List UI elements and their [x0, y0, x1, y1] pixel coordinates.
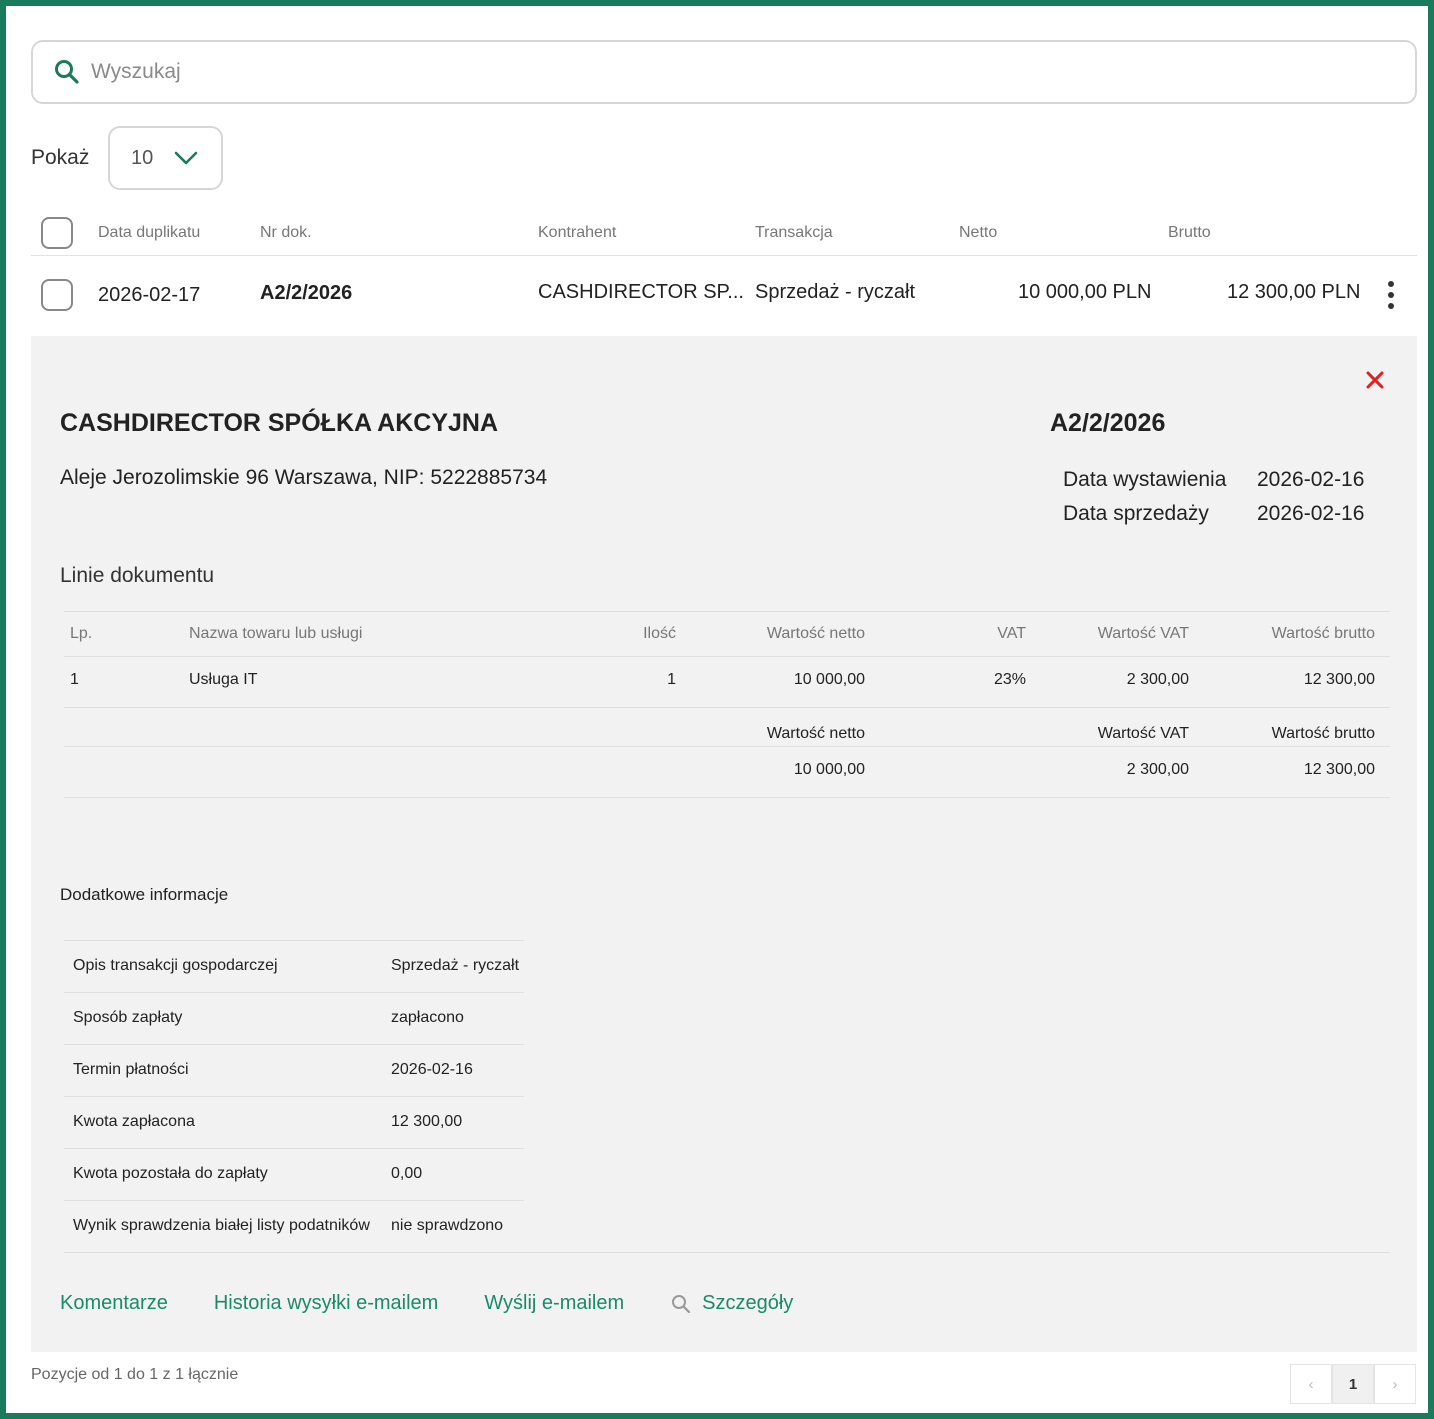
issue-date-label: Data wystawienia	[1063, 468, 1227, 491]
info-key: Wynik sprawdzenia białej listy podatnikó…	[73, 1217, 370, 1234]
line-vat-value: 2 300,00	[1126, 671, 1189, 688]
info-key: Termin płatności	[73, 1061, 189, 1078]
page-size-value: 10	[131, 146, 154, 169]
row-doc-no: A2/2/2026	[260, 282, 353, 304]
lines-header-name: Nazwa towaru lub usługi	[189, 625, 363, 642]
close-icon[interactable]	[1364, 369, 1386, 391]
info-value: Sprzedaż - ryczałt	[391, 957, 520, 974]
details-actions: Komentarze Historia wysyłki e-mailem Wyś…	[60, 1292, 839, 1315]
totals-header-gross: Wartość brutto	[1271, 725, 1375, 742]
column-header-net[interactable]: Netto	[959, 224, 997, 242]
select-all-checkbox[interactable]	[41, 217, 73, 249]
info-key: Kwota pozostała do zapłaty	[73, 1165, 268, 1182]
column-header-contractor[interactable]: Kontrahent	[538, 224, 616, 242]
totals-gross: 12 300,00	[1303, 761, 1375, 778]
lines-divider	[64, 707, 1390, 708]
search-box[interactable]: Wyszukaj	[31, 40, 1417, 104]
page-size-select[interactable]: 10	[108, 126, 223, 190]
info-row: Wynik sprawdzenia białej listy podatnikó…	[64, 1200, 524, 1252]
lines-divider	[64, 611, 1390, 612]
info-row: Kwota zapłacona 12 300,00	[64, 1096, 524, 1148]
line-qty: 1	[667, 671, 676, 688]
details-link-label: Szczegóły	[702, 1292, 794, 1314]
send-email-link[interactable]: Wyślij e-mailem	[484, 1292, 624, 1315]
row-contractor: CASHDIRECTOR SP...	[538, 281, 744, 303]
info-key: Opis transakcji gospodarczej	[73, 957, 278, 974]
lines-divider	[64, 656, 1390, 657]
column-header-date[interactable]: Data duplikatu	[98, 224, 200, 242]
lines-header-net: Wartość netto	[766, 625, 865, 642]
info-key: Kwota zapłacona	[73, 1113, 195, 1130]
line-lp: 1	[70, 671, 79, 688]
info-key: Sposób zapłaty	[73, 1009, 183, 1026]
lines-header-lp: Lp.	[70, 625, 93, 642]
row-gross: 12 300,00 PLN	[1227, 281, 1361, 303]
info-row: Termin płatności 2026-02-16	[64, 1044, 524, 1096]
comments-link[interactable]: Komentarze	[60, 1292, 168, 1315]
lines-header-vat-value: Wartość VAT	[1097, 625, 1189, 642]
pagination: ‹ 1 ›	[1290, 1364, 1416, 1404]
page-size-label: Pokaż	[31, 146, 90, 169]
line-vat: 23%	[993, 671, 1026, 688]
lines-header-qty: Ilość	[643, 625, 676, 642]
next-page-button[interactable]: ›	[1374, 1364, 1416, 1404]
line-name: Usługa IT	[189, 671, 258, 688]
row-checkbox[interactable]	[41, 279, 73, 311]
row-date: 2026-02-17	[98, 284, 201, 306]
info-value: nie sprawdzono	[391, 1217, 504, 1234]
company-address: Aleje Jerozolimskie 96 Warszawa, NIP: 52…	[60, 466, 548, 489]
company-name: CASHDIRECTOR SPÓŁKA AKCYJNA	[60, 409, 499, 437]
table-header: Data duplikatu Nr dok. Kontrahent Transa…	[31, 210, 1417, 256]
additional-info-title: Dodatkowe informacje	[60, 885, 229, 904]
document-number: A2/2/2026	[1050, 409, 1166, 437]
more-options-icon[interactable]	[1382, 277, 1400, 313]
column-header-transaction[interactable]: Transakcja	[755, 224, 833, 242]
column-header-doc-no[interactable]: Nr dok.	[260, 224, 312, 242]
totals-header-vat-value: Wartość VAT	[1097, 725, 1189, 742]
document-details-panel: CASHDIRECTOR SPÓŁKA AKCYJNA A2/2/2026 Al…	[31, 336, 1417, 1352]
info-row: Kwota pozostała do zapłaty 0,00	[64, 1148, 524, 1200]
search-icon	[55, 60, 79, 84]
info-value: 2026-02-16	[391, 1061, 473, 1078]
page-1-button[interactable]: 1	[1332, 1364, 1374, 1404]
row-net: 10 000,00 PLN	[1018, 281, 1152, 303]
previous-page-button[interactable]: ‹	[1290, 1364, 1332, 1404]
row-transaction: Sprzedaż - ryczałt	[755, 281, 916, 303]
email-history-link[interactable]: Historia wysyłki e-mailem	[214, 1292, 438, 1315]
sale-date-value: 2026-02-16	[1257, 502, 1365, 525]
line-gross: 12 300,00	[1303, 671, 1375, 688]
info-row: Sposób zapłaty zapłacono	[64, 992, 524, 1044]
lines-header-vat: VAT	[997, 625, 1026, 642]
totals-vat-value: 2 300,00	[1126, 761, 1189, 778]
search-icon	[672, 1294, 691, 1313]
column-header-gross[interactable]: Brutto	[1168, 224, 1211, 242]
totals-header-net: Wartość netto	[766, 725, 865, 742]
info-value: 12 300,00	[391, 1113, 463, 1130]
lines-divider	[64, 746, 1390, 747]
document-lines-title: Linie dokumentu	[60, 564, 215, 587]
lines-header-gross: Wartość brutto	[1271, 625, 1375, 642]
info-value: zapłacono	[391, 1009, 464, 1026]
info-divider	[64, 1252, 1390, 1253]
info-value: 0,00	[391, 1165, 423, 1182]
chevron-down-icon	[174, 151, 198, 165]
table-row[interactable]: 2026-02-17 A2/2/2026 CASHDIRECTOR SP... …	[31, 257, 1417, 335]
line-net: 10 000,00	[793, 671, 865, 688]
sale-date-label: Data sprzedaży	[1063, 502, 1209, 525]
pagination-summary: Pozycje od 1 do 1 z 1 łącznie	[31, 1366, 239, 1383]
info-row: Opis transakcji gospodarczej Sprzedaż - …	[64, 940, 524, 992]
lines-divider	[64, 797, 1390, 798]
totals-net: 10 000,00	[793, 761, 865, 778]
issue-date-value: 2026-02-16	[1257, 468, 1365, 491]
search-input[interactable]: Wyszukaj	[91, 60, 181, 84]
details-link[interactable]: Szczegóły	[670, 1292, 793, 1315]
